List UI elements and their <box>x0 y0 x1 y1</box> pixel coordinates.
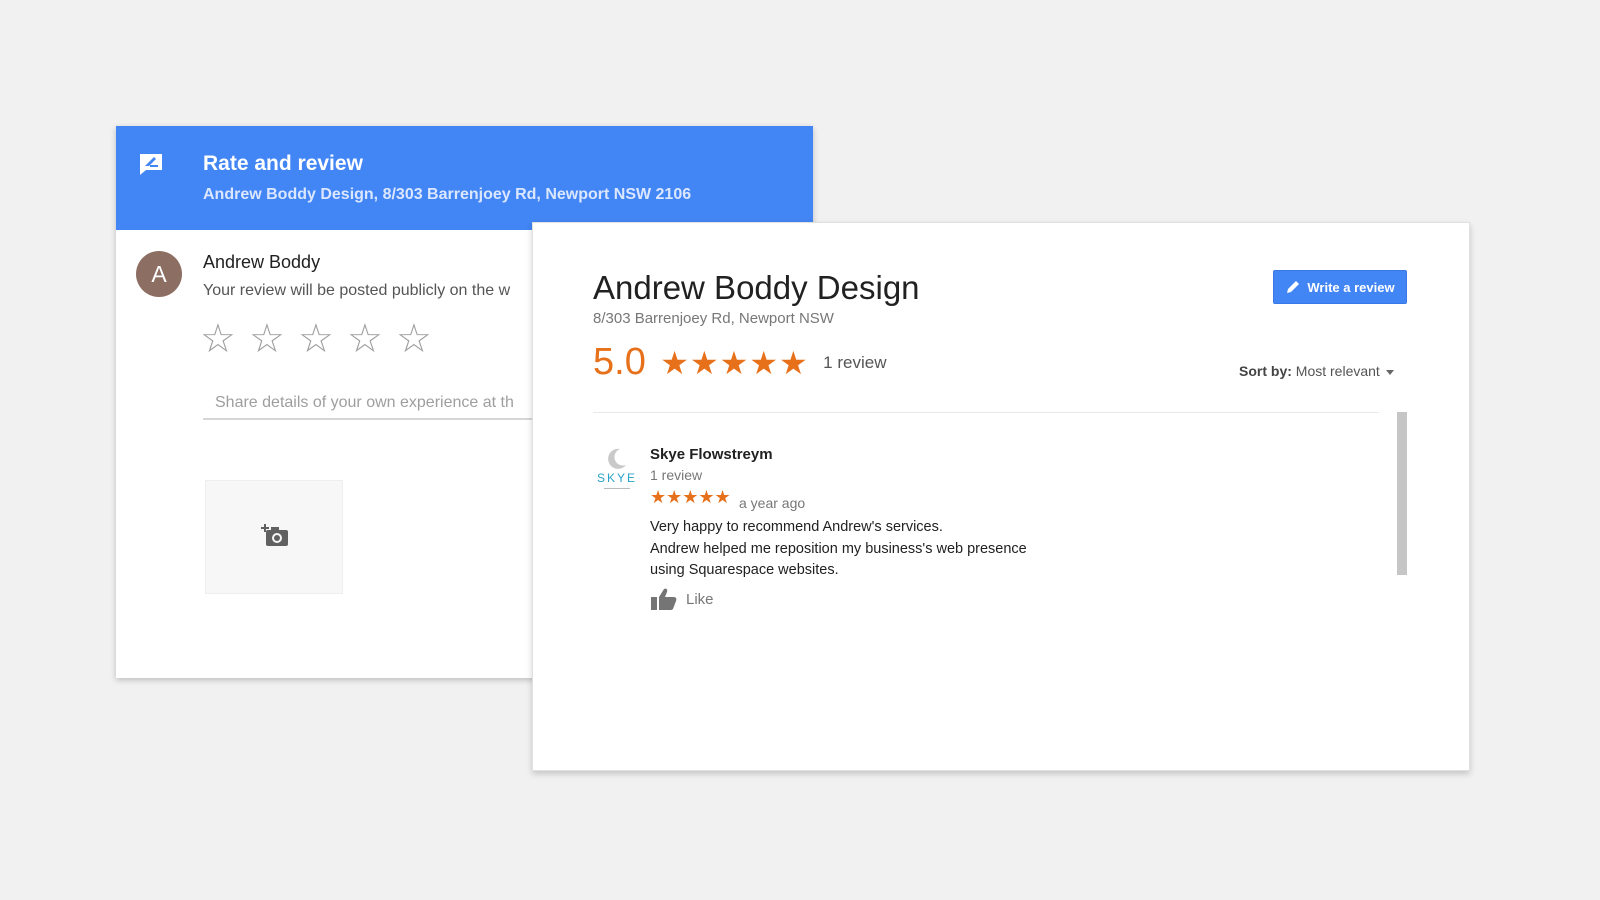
sort-value[interactable]: Most relevant <box>1296 363 1380 379</box>
review-line: Very happy to recommend Andrew's service… <box>650 519 943 535</box>
review-author-count: 1 review <box>650 467 703 483</box>
write-review-label: Write a review <box>1307 279 1395 295</box>
user-avatar: A <box>136 251 182 297</box>
divider <box>593 412 1379 413</box>
chevron-down-icon <box>1385 369 1394 375</box>
sort-label: Sort by: <box>1239 363 1292 379</box>
dialog-subtitle: Andrew Boddy Design, 8/303 Barrenjoey Rd… <box>203 186 692 203</box>
review-time: a year ago <box>739 495 806 511</box>
sort-dropdown[interactable]: Sort by: Most relevant <box>1239 363 1394 379</box>
scrollbar[interactable] <box>1397 412 1407 575</box>
star-2-icon[interactable]: ☆ <box>249 316 298 362</box>
like-label: Like <box>686 590 714 608</box>
review-line: using Squarespace websites. <box>650 562 839 578</box>
review-stars: ★★★★★ <box>650 487 731 507</box>
average-rating-stars: ★★★★★ <box>660 344 809 381</box>
pencil-icon <box>1287 281 1300 293</box>
user-name: Andrew Boddy <box>203 252 321 272</box>
reviewer-logo-text: SKYE <box>597 471 637 485</box>
rate-review-header: Rate and review Andrew Boddy Design, 8/3… <box>116 126 813 230</box>
star-5-icon[interactable]: ☆ <box>396 316 445 362</box>
add-photo-button[interactable] <box>205 480 343 594</box>
add-photo-icon <box>261 524 288 546</box>
star-4-icon[interactable]: ☆ <box>347 316 396 362</box>
review-body: Very happy to recommend Andrew's service… <box>650 517 1027 582</box>
rate-review-icon <box>140 154 162 175</box>
review-line: Andrew helped me reposition my business'… <box>650 540 1027 557</box>
business-name: Andrew Boddy Design <box>593 269 920 306</box>
business-address: 8/303 Barrenjoey Rd, Newport NSW <box>593 310 834 327</box>
business-reviews-panel: Andrew Boddy Design 8/303 Barrenjoey Rd,… <box>532 222 1470 771</box>
star-rating-input: ☆ ☆ ☆ ☆ ☆ <box>200 316 445 362</box>
thumbs-up-icon <box>651 588 677 610</box>
review-count-link[interactable]: 1 review <box>823 353 886 372</box>
dialog-title: Rate and review <box>203 152 363 175</box>
star-3-icon[interactable]: ☆ <box>298 316 347 362</box>
star-1-icon[interactable]: ☆ <box>200 316 249 362</box>
rating-summary: 5.0 ★★★★★ 1 review <box>593 341 886 384</box>
like-button[interactable]: Like <box>650 587 714 611</box>
public-posting-note: Your review will be posted publicly on t… <box>203 282 511 299</box>
review-text-input[interactable] <box>203 388 575 420</box>
reviewer-logo-avatar: SKYE <box>597 448 637 489</box>
review-author[interactable]: Skye Flowstreym <box>650 446 773 463</box>
write-review-button[interactable]: Write a review <box>1273 270 1407 304</box>
average-rating: 5.0 <box>593 341 646 383</box>
